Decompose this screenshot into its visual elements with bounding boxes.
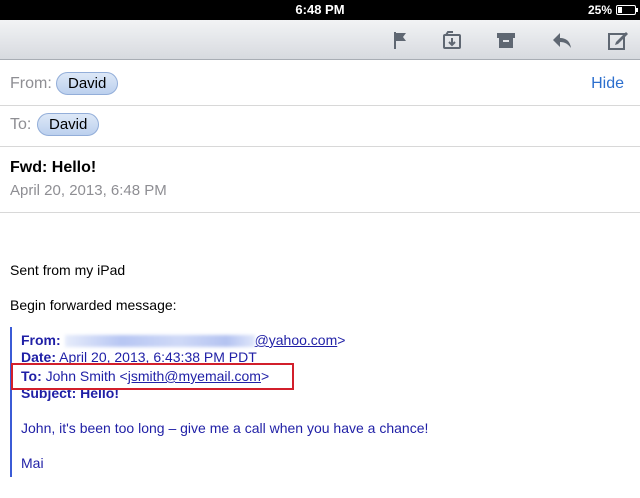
forwarded-message-text: John, it's been too long – give me a cal… [21,420,429,436]
forwarded-to-name: John Smith < [45,368,128,384]
email-date: April 20, 2013, 6:48 PM [10,182,167,199]
forwarded-date-value: April 20, 2013, 6:43:38 PM PDT [59,349,257,365]
forwarded-signature: Mai [21,455,44,471]
redacted-sender [64,335,255,348]
forwarded-date-label: Date: [21,349,57,365]
flag-icon [394,32,406,49]
forwarded-from-email[interactable]: @yahoo.com [255,332,338,348]
forwarded-date-line: Date: April 20, 2013, 6:43:38 PM PDT [21,349,257,365]
reply-button[interactable] [550,28,574,52]
hide-button[interactable]: Hide [591,75,624,93]
status-time: 6:48 PM [295,2,345,17]
forwarded-subject-value: Hello! [80,385,120,401]
move-folder-icon [443,31,461,49]
battery-percentage: 25% [587,3,612,17]
forwarded-from-line: From: @yahoo.com> [21,332,345,348]
flag-button[interactable] [388,28,412,52]
begin-forwarded-line: Begin forwarded message: [10,297,177,313]
from-contact-pill[interactable]: David [56,72,119,95]
move-button[interactable] [440,28,464,52]
forwarded-to-email[interactable]: jsmith@myemail.com [128,368,261,384]
from-label: From: [10,75,52,92]
battery-icon [616,5,638,15]
archive-button[interactable] [494,28,518,52]
toolbar [0,20,640,60]
from-row: From: David Hide [0,61,640,106]
to-contact-pill[interactable]: David [37,113,100,136]
archive-icon [497,33,515,48]
forwarded-from-label: From: [21,332,61,348]
reply-icon [553,33,571,48]
forwarded-from-close: > [337,332,346,348]
forwarded-subject-line: Subject: Hello! [21,385,119,401]
forwarded-subject-label: Subject: [21,385,77,401]
forwarded-to-label: To: [21,368,42,384]
forwarded-to-line: To: John Smith <jsmith@myemail.com> [21,368,269,384]
subject-row: Fwd: Hello! April 20, 2013, 6:48 PM [0,147,640,213]
to-row: To: David [0,106,640,147]
compose-icon [608,32,628,50]
sent-from-line: Sent from my iPad [10,262,126,278]
email-subject: Fwd: Hello! [10,159,97,176]
compose-button[interactable] [606,28,630,52]
forwarded-to-close: > [260,368,270,384]
to-label: To: [10,116,32,133]
status-bar: 6:48 PM 25% [0,0,640,20]
forwarded-message-quote: From: @yahoo.com> Date: April 20, 2013, … [10,327,490,477]
battery-fill [618,7,622,13]
